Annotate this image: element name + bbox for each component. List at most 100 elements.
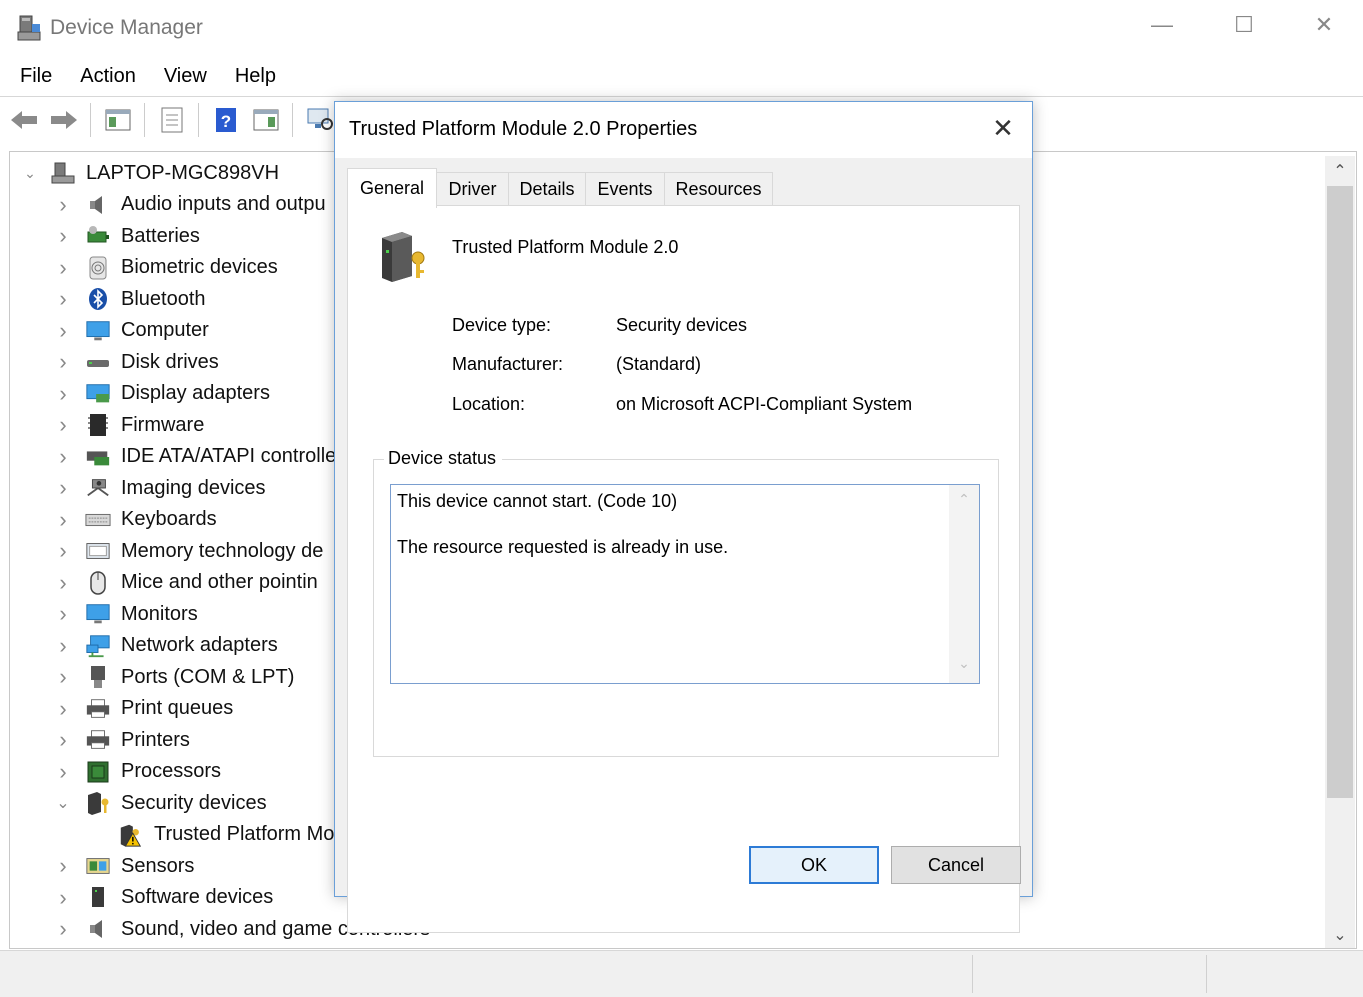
- dialog-close-button[interactable]: ✕: [985, 112, 1021, 144]
- menu-file[interactable]: File: [20, 65, 52, 88]
- tree-item[interactable]: › Bluetooth: [53, 284, 205, 314]
- tab-driver[interactable]: Driver: [436, 172, 509, 206]
- chevron-right-icon[interactable]: ›: [53, 601, 73, 626]
- help-icon[interactable]: ?: [210, 105, 242, 135]
- tree-item[interactable]: › Print queues: [53, 694, 233, 724]
- tree-item[interactable]: › IDE ATA/ATAPI controller: [53, 442, 343, 472]
- chevron-right-icon[interactable]: ›: [53, 475, 73, 500]
- tree-item[interactable]: › Keyboards: [53, 505, 216, 535]
- tab-details[interactable]: Details: [508, 172, 586, 206]
- chevron-right-icon[interactable]: ›: [53, 318, 73, 343]
- properties-icon[interactable]: [156, 105, 188, 135]
- battery-icon: [85, 224, 111, 248]
- bluetooth-icon: [85, 287, 111, 311]
- scroll-up-arrow-icon[interactable]: ⌃: [949, 491, 979, 508]
- menu-help[interactable]: Help: [235, 65, 276, 88]
- cancel-button[interactable]: Cancel: [891, 846, 1021, 884]
- chevron-right-icon[interactable]: ›: [53, 223, 73, 248]
- chevron-right-icon[interactable]: ›: [53, 381, 73, 406]
- device-status-label: Device status: [384, 448, 503, 469]
- speaker-icon: [85, 193, 111, 217]
- chevron-right-icon[interactable]: ›: [53, 192, 73, 217]
- chevron-right-icon[interactable]: ›: [53, 633, 73, 658]
- tree-root[interactable]: ⌄ LAPTOP-MGC898VH: [20, 158, 279, 188]
- tree-item-child[interactable]: Trusted Platform Mo: [53, 820, 334, 850]
- mouse-icon: [85, 570, 111, 595]
- scan-hardware-icon[interactable]: [304, 105, 336, 135]
- chevron-right-icon[interactable]: ›: [53, 916, 73, 941]
- tree-item[interactable]: ⌄ Security devices: [53, 788, 267, 818]
- tree-item-label: Ports (COM & LPT): [121, 665, 295, 688]
- tree-item[interactable]: › Imaging devices: [53, 473, 265, 503]
- chevron-right-icon[interactable]: ›: [53, 853, 73, 878]
- tpm-warning-icon: [118, 823, 144, 847]
- tree-item-label: Batteries: [121, 224, 200, 247]
- status-scrollbar[interactable]: ⌃ ⌄: [949, 485, 979, 683]
- close-window-button[interactable]: ✕: [1304, 10, 1344, 40]
- ok-button[interactable]: OK: [749, 846, 879, 884]
- menu-action[interactable]: Action: [80, 65, 136, 88]
- show-hide-tree-icon[interactable]: [102, 105, 134, 135]
- tree-item-label: Network adapters: [121, 634, 278, 656]
- chevron-right-icon[interactable]: ›: [53, 255, 73, 280]
- tree-item[interactable]: › Software devices: [53, 883, 273, 913]
- minimize-button[interactable]: —: [1142, 10, 1182, 40]
- chevron-down-icon[interactable]: ⌄: [20, 163, 40, 183]
- console-tree-icon[interactable]: [250, 105, 282, 135]
- monitor-icon: [85, 602, 111, 626]
- menu-view[interactable]: View: [164, 65, 207, 88]
- back-icon[interactable]: [8, 105, 40, 135]
- scrollbar-thumb[interactable]: [1327, 186, 1353, 798]
- tree-item[interactable]: › Printers: [53, 725, 190, 755]
- chevron-right-icon[interactable]: ›: [53, 570, 73, 595]
- svg-text:?: ?: [221, 112, 231, 131]
- tree-item[interactable]: › Biometric devices: [53, 253, 277, 283]
- scroll-up-arrow-icon[interactable]: ⌃: [1325, 158, 1355, 184]
- tab-general[interactable]: General: [347, 168, 437, 208]
- chevron-right-icon[interactable]: ›: [53, 444, 73, 469]
- tab-resources[interactable]: Resources: [664, 172, 773, 206]
- manufacturer-label: Manufacturer:: [452, 354, 564, 374]
- chevron-right-icon[interactable]: ›: [53, 759, 73, 784]
- tree-item[interactable]: › Ports (COM & LPT): [53, 662, 294, 692]
- network-icon: [85, 634, 111, 658]
- tree-item[interactable]: › Audio inputs and outpu: [53, 190, 325, 220]
- chevron-right-icon[interactable]: ›: [53, 412, 73, 437]
- tree-item[interactable]: › Network adapters: [53, 631, 278, 661]
- chevron-right-icon[interactable]: ›: [53, 538, 73, 563]
- tree-item[interactable]: › Display adapters: [53, 379, 270, 409]
- device-type-value: Security devices: [616, 315, 748, 335]
- chevron-right-icon[interactable]: ›: [53, 696, 73, 721]
- chevron-right-icon[interactable]: ›: [53, 286, 73, 311]
- tree-item-label: Firmware: [121, 413, 205, 436]
- tree-item[interactable]: › Mice and other pointin: [53, 568, 317, 598]
- chevron-right-icon[interactable]: ›: [53, 885, 73, 910]
- tree-item[interactable]: › Firmware: [53, 410, 204, 440]
- chevron-right-icon[interactable]: ›: [53, 664, 73, 689]
- tree-item-label: Monitors: [121, 602, 198, 625]
- ide-controller-icon: [85, 445, 111, 469]
- status-line: This device cannot start. (Code 10): [397, 491, 678, 511]
- tree-scrollbar[interactable]: ⌃ ⌄: [1325, 156, 1355, 948]
- scroll-down-arrow-icon[interactable]: ⌄: [949, 655, 979, 672]
- scroll-down-arrow-icon[interactable]: ⌄: [1325, 922, 1355, 948]
- firmware-icon: [85, 413, 111, 437]
- tree-item[interactable]: › Batteries: [53, 221, 200, 251]
- tree-item[interactable]: › Memory technology de: [53, 536, 323, 566]
- device-status-textbox[interactable]: This device cannot start. (Code 10) The …: [390, 484, 980, 684]
- tree-item[interactable]: › Processors: [53, 757, 221, 787]
- tree-item[interactable]: › Monitors: [53, 599, 198, 629]
- chevron-right-icon[interactable]: ›: [53, 507, 73, 532]
- tree-item[interactable]: › Computer: [53, 316, 208, 346]
- manufacturer-value: (Standard): [616, 354, 702, 374]
- chevron-right-icon[interactable]: ›: [53, 727, 73, 752]
- chevron-down-icon[interactable]: ⌄: [53, 793, 73, 813]
- maximize-button[interactable]: ☐: [1224, 10, 1264, 40]
- tree-item[interactable]: › Sensors: [53, 851, 194, 881]
- forward-icon[interactable]: [48, 105, 80, 135]
- tree-item[interactable]: › Disk drives: [53, 347, 218, 377]
- menu-bar: File Action View Help: [0, 58, 1363, 94]
- chevron-right-icon[interactable]: ›: [53, 349, 73, 374]
- tab-events[interactable]: Events: [585, 172, 665, 206]
- tree-root-label: LAPTOP-MGC898VH: [86, 161, 280, 184]
